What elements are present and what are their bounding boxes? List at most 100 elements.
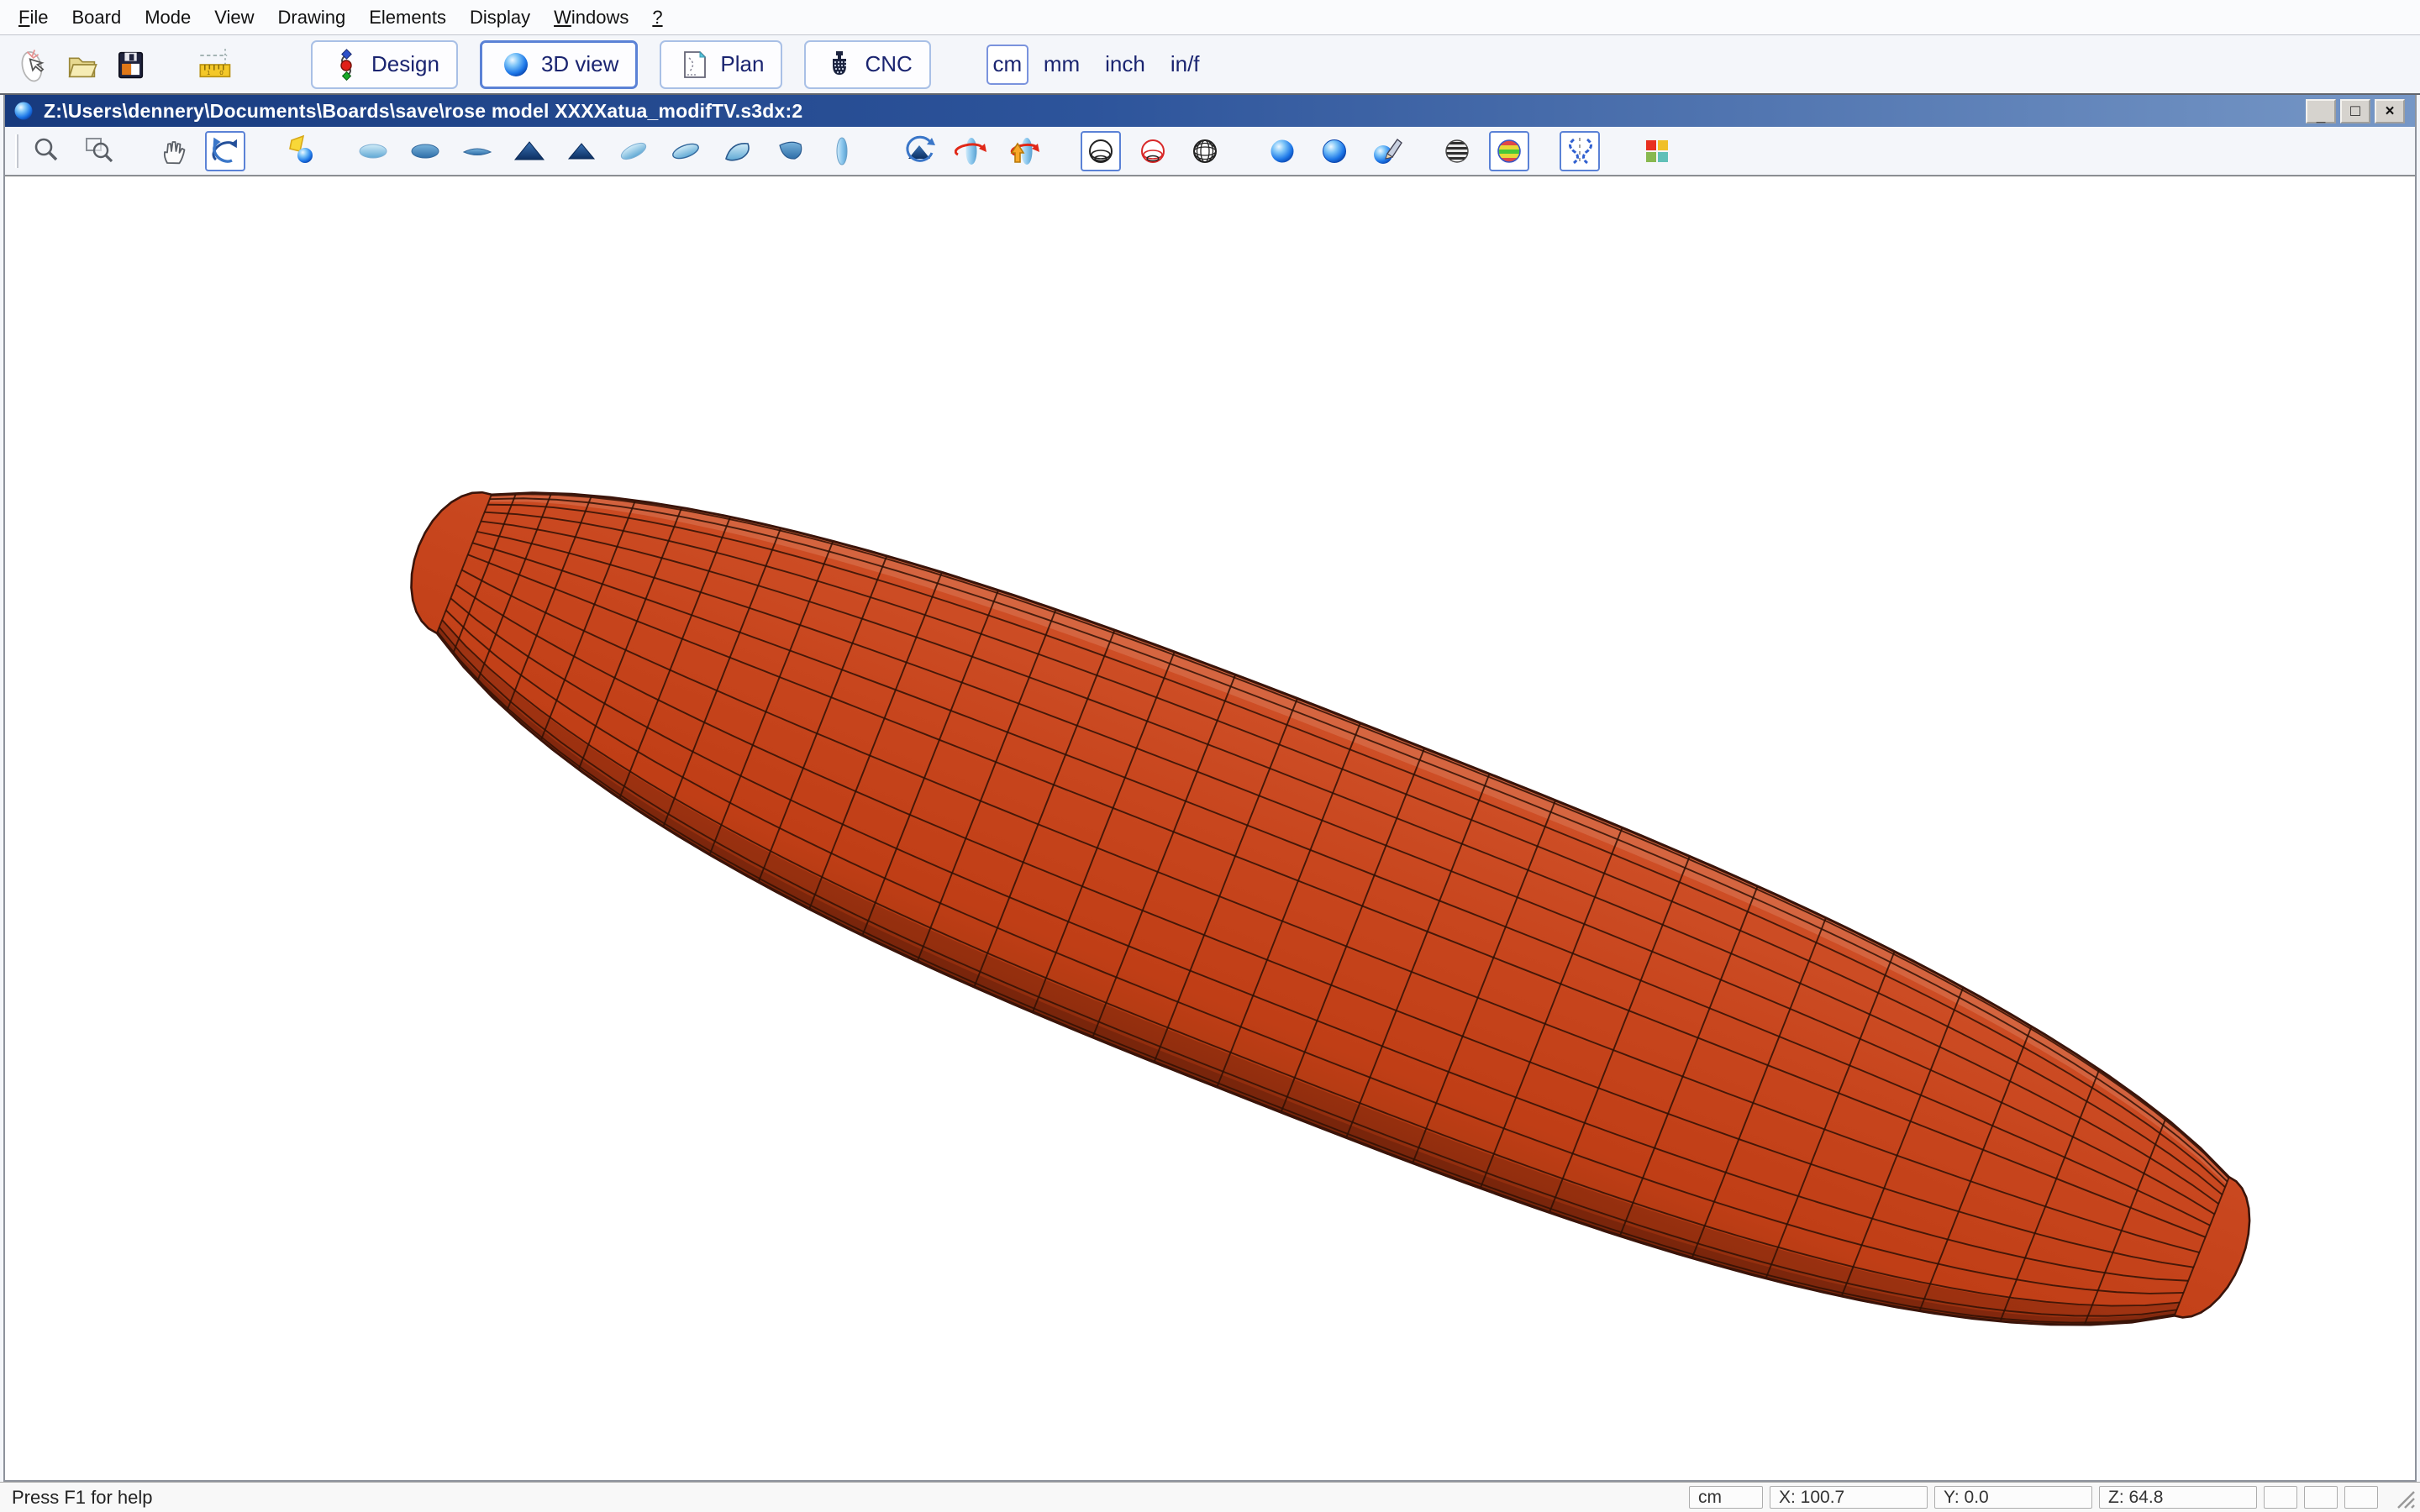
plan-button[interactable]: Plan [660, 40, 782, 89]
menu-view[interactable]: View [203, 7, 266, 29]
palette-button[interactable] [1637, 131, 1677, 171]
rainbow-view-button[interactable] [1489, 131, 1529, 171]
auto-rotate-icon [902, 134, 936, 168]
new-board-button[interactable] [8, 40, 57, 89]
rainbow-sphere-icon [1492, 134, 1526, 168]
perspective-bottom-button[interactable] [666, 131, 706, 171]
zoom-window-icon [82, 134, 116, 168]
minimize-button[interactable]: _ [2306, 99, 2336, 123]
wireframe-red-button[interactable] [1133, 131, 1173, 171]
status-pane-3 [2344, 1486, 2378, 1509]
status-pane-2 [2304, 1486, 2338, 1509]
pan-button[interactable] [153, 131, 193, 171]
main-toolbar: 10 Design 3D view Plan [0, 35, 2420, 95]
flow-lines-icon [1563, 134, 1597, 168]
unit-inch[interactable]: inch [1095, 51, 1155, 77]
menu-windows[interactable]: Windows [542, 7, 640, 29]
open-folder-icon [63, 46, 100, 83]
wireframe-icon [1084, 134, 1118, 168]
wireframe-mesh-icon [1188, 134, 1222, 168]
svg-text:0: 0 [219, 69, 223, 76]
board-3d-render [5, 176, 2415, 1480]
svg-text:1: 1 [207, 69, 210, 76]
status-x: X: 100.7 [1770, 1486, 1928, 1509]
pan-hand-icon [156, 134, 190, 168]
plan-icon [678, 48, 712, 81]
menu-elements[interactable]: Elements [357, 7, 458, 29]
paint-button[interactable] [1366, 131, 1407, 171]
light-icon [286, 134, 319, 168]
sphere-icon [499, 48, 533, 81]
document-title-bar: Z:\Users\dennery\Documents\Boards\save\r… [5, 95, 2415, 127]
end-view-icon [825, 134, 859, 168]
wireframe-mesh-button[interactable] [1185, 131, 1225, 171]
front-view-button[interactable] [509, 131, 550, 171]
top-view-button[interactable] [353, 131, 393, 171]
stripes-sphere-icon [1440, 134, 1474, 168]
cnc-button-label: CNC [865, 51, 912, 77]
design-button[interactable]: Design [311, 40, 458, 89]
design-icon [329, 48, 363, 81]
solid-view-button[interactable] [1262, 131, 1302, 171]
menu-bar: File Board Mode View Drawing Elements Di… [0, 0, 2420, 35]
save-button[interactable] [106, 40, 155, 89]
rotate-3d-icon [208, 134, 242, 168]
open-button[interactable] [57, 40, 106, 89]
spin-horizontal-button[interactable] [951, 131, 992, 171]
zoom-button[interactable] [27, 131, 67, 171]
menu-mode[interactable]: Mode [133, 7, 203, 29]
back-view-button[interactable] [561, 131, 602, 171]
spin-vertical-icon [1007, 134, 1040, 168]
status-bar: Press F1 for help cm X: 100.7 Y: 0.0 Z: … [0, 1482, 2420, 1512]
unit-inf[interactable]: in/f [1160, 51, 1210, 77]
perspective-deck-icon [721, 134, 755, 168]
perspective-top-button[interactable] [613, 131, 654, 171]
flow-lines-button[interactable] [1560, 131, 1600, 171]
bottom-view-icon [408, 134, 442, 168]
status-z: Z: 64.8 [2099, 1486, 2257, 1509]
cnc-bit-icon [823, 48, 856, 81]
status-y: Y: 0.0 [1934, 1486, 2092, 1509]
perspective-tail-icon [773, 134, 807, 168]
ruler-icon: 10 [197, 46, 234, 83]
view-toolbar [5, 127, 2415, 176]
top-view-icon [356, 134, 390, 168]
maximize-button[interactable]: □ [2340, 99, 2370, 123]
3d-view-button-label: 3D view [541, 51, 618, 77]
perspective-tail-button[interactable] [770, 131, 810, 171]
menu-board[interactable]: Board [60, 7, 133, 29]
solid-smooth-icon [1318, 134, 1351, 168]
close-button[interactable]: × [2375, 99, 2405, 123]
wireframe-button[interactable] [1081, 131, 1121, 171]
zoom-window-button[interactable] [79, 131, 119, 171]
side-view-button[interactable] [457, 131, 497, 171]
menu-drawing[interactable]: Drawing [266, 7, 358, 29]
resize-grip[interactable] [2386, 1486, 2415, 1509]
perspective-deck-button[interactable] [718, 131, 758, 171]
3d-viewport[interactable] [5, 176, 2415, 1480]
document-icon [12, 99, 35, 123]
solid-sphere-icon [1265, 134, 1299, 168]
menu-file[interactable]: File [7, 7, 60, 29]
end-view-button[interactable] [822, 131, 862, 171]
unit-mm[interactable]: mm [1034, 51, 1090, 77]
3d-view-button[interactable]: 3D view [480, 40, 638, 89]
cnc-button[interactable]: CNC [804, 40, 930, 89]
auto-rotate-button[interactable] [899, 131, 939, 171]
color-palette-icon [1640, 134, 1674, 168]
menu-help[interactable]: ? [640, 7, 674, 29]
paint-pencil-icon [1370, 134, 1403, 168]
stripes-view-button[interactable] [1437, 131, 1477, 171]
measure-button[interactable]: 10 [192, 40, 240, 89]
rotate-button[interactable] [205, 131, 245, 171]
unit-cm[interactable]: cm [986, 45, 1028, 85]
spin-vertical-button[interactable] [1003, 131, 1044, 171]
zoom-icon [30, 134, 64, 168]
new-board-icon [14, 46, 51, 83]
front-view-icon [513, 134, 546, 168]
bottom-view-button[interactable] [405, 131, 445, 171]
wireframe-red-icon [1136, 134, 1170, 168]
menu-display[interactable]: Display [458, 7, 542, 29]
solid-smooth-button[interactable] [1314, 131, 1355, 171]
light-button[interactable] [282, 131, 323, 171]
